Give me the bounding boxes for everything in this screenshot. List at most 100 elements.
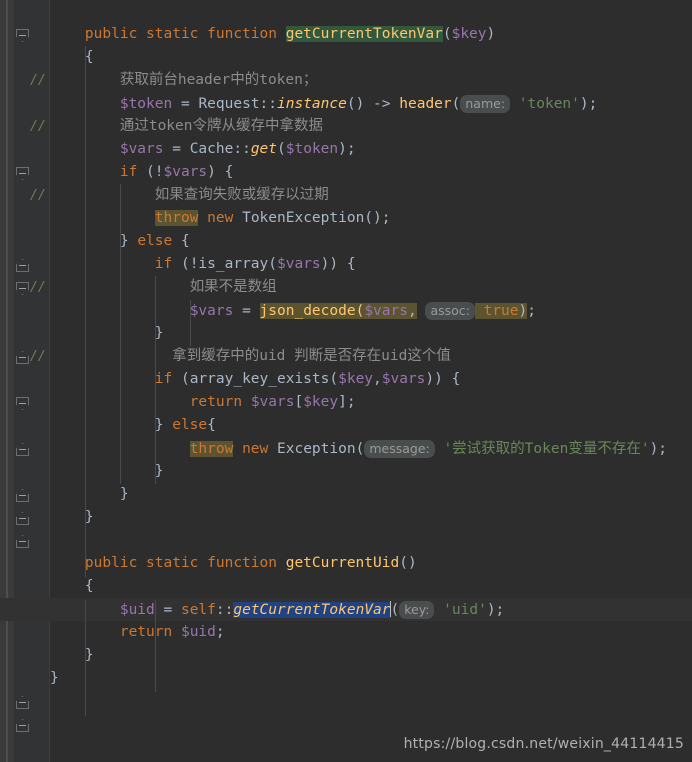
code-token [474, 303, 484, 319]
code-token: $key [451, 26, 487, 42]
code-line[interactable]: $token = Request::instance() -> header(n… [50, 92, 597, 115]
fold-region-end-icon[interactable] [16, 489, 29, 502]
code-token: $key [303, 394, 339, 410]
code-token: new [207, 210, 234, 226]
code-line[interactable]: if (!is_array($vars)) { [50, 253, 356, 276]
code-line[interactable]: throw new Exception(message: '尝试获取的Token… [50, 437, 667, 460]
code-token: $vars [381, 371, 426, 387]
code-token: () [399, 555, 417, 571]
code-token: = [154, 602, 181, 618]
code-token: Cache [189, 141, 234, 157]
code-token: 通过token令牌从缓存中拿数据 [119, 118, 323, 134]
editor-gutter[interactable]: // // // // // [14, 0, 50, 762]
code-token: 'token' [518, 96, 580, 112]
code-token: ]; [338, 394, 356, 410]
fold-region-end-icon[interactable] [16, 351, 29, 364]
code-line[interactable]: 获取前台header中的token； [50, 69, 318, 92]
code-token: :: [215, 602, 234, 618]
fold-marker-shape [16, 512, 29, 525]
code-line[interactable]: } [50, 667, 59, 690]
code-token: public static function [84, 26, 286, 42]
code-line[interactable]: } [50, 506, 94, 529]
code-token: true [483, 303, 519, 319]
code-token: 'uid' [443, 602, 487, 618]
code-token: ) { [207, 164, 234, 180]
fold-region-end-icon[interactable] [16, 443, 29, 456]
code-editor[interactable]: // // // // // public static function getCur… [0, 0, 692, 762]
fold-region-end-icon[interactable] [16, 696, 29, 709]
code-token: throw [189, 441, 234, 457]
code-line[interactable]: 拿到缓存中的uid 判断是否存在uid这个值 [50, 345, 451, 368]
fold-marker-shape [16, 719, 29, 732]
code-line[interactable]: public static function getCurrentTokenVa… [50, 23, 495, 46]
comment-gutter-icon[interactable]: // [30, 120, 46, 133]
code-token: } [50, 325, 164, 341]
code-token: ); [579, 96, 598, 112]
code-token: ( [277, 141, 286, 157]
fold-region-end-icon[interactable] [16, 719, 29, 732]
code-token: public static function [84, 555, 286, 571]
code-token: 如果不是数组 [189, 279, 277, 295]
code-line[interactable]: } [50, 644, 94, 667]
code-line[interactable]: } [50, 483, 129, 506]
code-line[interactable]: { [50, 46, 94, 69]
code-line[interactable]: 通过token令牌从缓存中拿数据 [50, 115, 323, 138]
comment-gutter-icon[interactable]: // [30, 350, 46, 363]
minus-icon [19, 403, 26, 404]
code-token: } [50, 233, 138, 249]
parameter-hint: message: [364, 440, 435, 458]
code-token: $vars [189, 303, 234, 319]
code-line[interactable]: $vars = json_decode($vars, assoc: true); [50, 299, 536, 322]
fold-collapse-icon[interactable] [16, 167, 29, 180]
code-token: else [172, 417, 208, 433]
code-line[interactable]: $uid = self::getCurrentTokenVar(key: 'ui… [50, 598, 504, 621]
code-line[interactable]: } else{ [50, 414, 216, 437]
fold-region-end-icon[interactable] [16, 535, 29, 548]
code-token: )) { [425, 371, 461, 387]
code-line[interactable]: } [50, 322, 164, 345]
code-line[interactable]: return $vars[$key]; [50, 391, 356, 414]
code-token: TokenException(); [233, 210, 391, 226]
code-token: , [407, 303, 417, 319]
code-token: (! [137, 164, 164, 180]
code-token: { [50, 49, 94, 65]
code-token: new [242, 441, 269, 457]
code-text-area[interactable]: public static function getCurrentTokenVa… [0, 0, 692, 762]
code-line[interactable]: if (!$vars) { [50, 161, 234, 184]
fold-collapse-icon[interactable] [16, 29, 29, 42]
code-token: } [50, 463, 164, 479]
code-line[interactable]: return $uid; [50, 621, 225, 644]
fold-region-end-icon[interactable] [16, 259, 29, 272]
code-line[interactable]: 如果查询失败或缓存以过期 [50, 184, 329, 207]
code-line[interactable]: } [50, 460, 164, 483]
code-token: } [50, 647, 94, 663]
minus-icon [19, 357, 26, 358]
editor-marker-strip[interactable] [0, 0, 14, 762]
code-token: [ [294, 394, 304, 410]
code-line[interactable]: public static function getCurrentUid() [50, 552, 417, 575]
code-line[interactable]: 如果不是数组 [50, 276, 277, 299]
code-token: getCurrentTokenVar [233, 602, 391, 618]
minus-icon [19, 725, 26, 726]
fold-region-end-icon[interactable] [16, 512, 29, 525]
fold-collapse-icon[interactable] [16, 397, 29, 410]
code-token: ( [390, 602, 400, 618]
fold-collapse-icon[interactable] [16, 282, 29, 295]
code-token: $key [338, 371, 374, 387]
code-line[interactable]: throw new TokenException(); [50, 207, 391, 230]
comment-gutter-icon[interactable]: // [30, 189, 46, 202]
code-line[interactable]: $vars = Cache::get($token); [50, 138, 356, 161]
comment-gutter-icon[interactable]: // [30, 74, 46, 87]
code-line[interactable]: if (array_key_exists($key,$vars)) { [50, 368, 461, 391]
minus-icon [19, 449, 26, 450]
comment-gutter-icon[interactable]: // [30, 281, 46, 294]
code-token: if [119, 164, 138, 180]
code-token: $token [119, 96, 173, 112]
fold-marker-shape [16, 443, 29, 456]
marker-strip-track [6, 0, 8, 762]
code-line[interactable]: { [50, 575, 94, 598]
